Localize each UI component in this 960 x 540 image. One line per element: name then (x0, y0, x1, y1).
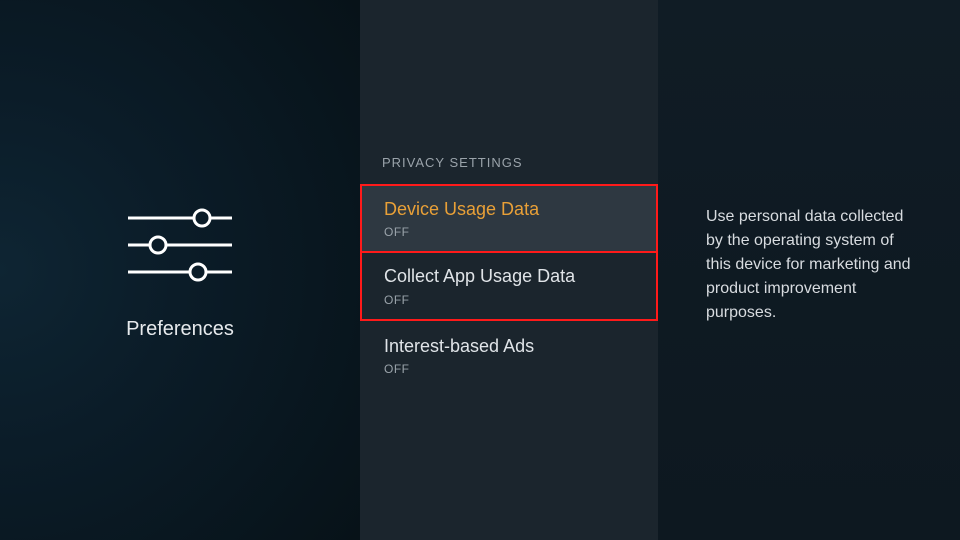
settings-screen: Preferences PRIVACY SETTINGS Device Usag… (0, 0, 960, 540)
setting-device-usage-data[interactable]: Device Usage Data OFF (360, 184, 658, 253)
settings-list: PRIVACY SETTINGS Device Usage Data OFF C… (360, 0, 658, 540)
setting-item-status: OFF (384, 293, 634, 307)
section-title: PRIVACY SETTINGS (360, 155, 658, 184)
setting-item-status: OFF (384, 225, 634, 239)
setting-item-title: Device Usage Data (384, 198, 634, 221)
right-pane: Use personal data collected by the opera… (658, 0, 960, 540)
setting-item-title: Interest-based Ads (384, 335, 634, 358)
setting-description: Use personal data collected by the opera… (706, 205, 920, 325)
left-pane-label: Preferences (126, 318, 234, 341)
setting-collect-app-usage-data[interactable]: Collect App Usage Data OFF (360, 251, 658, 320)
setting-interest-based-ads[interactable]: Interest-based Ads OFF (360, 321, 658, 390)
setting-item-title: Collect App Usage Data (384, 265, 634, 288)
left-pane: Preferences (0, 0, 360, 540)
sliders-icon (120, 200, 240, 290)
setting-item-status: OFF (384, 362, 634, 376)
